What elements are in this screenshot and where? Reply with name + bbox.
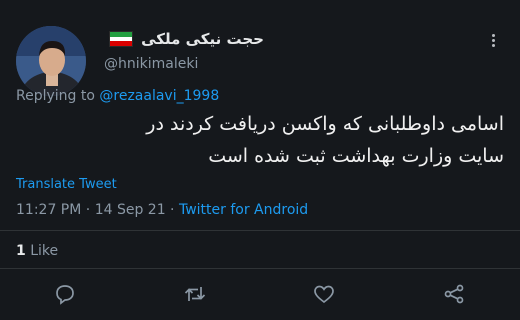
tweet-source-link[interactable]: Twitter for Android — [179, 202, 308, 218]
avatar[interactable] — [16, 26, 86, 96]
translate-tweet-link[interactable]: Translate Tweet — [16, 177, 117, 192]
retweet-icon[interactable] — [183, 282, 207, 306]
share-icon[interactable] — [442, 282, 466, 306]
meta-separator: · — [165, 202, 179, 218]
tweet-text-line: اسامی داوطلبانی که واکسن دریافت کردند در — [146, 113, 504, 135]
replying-to-line: Replying to @rezaalavi_1998 — [16, 88, 219, 104]
author-display-name[interactable]: حجت نیکی ملکی — [141, 30, 264, 48]
tweet-date[interactable]: 14 Sep 21 — [95, 202, 166, 218]
tweet-meta: 11:27 PM · 14 Sep 21 · Twitter for Andro… — [16, 202, 308, 218]
tweet-text: اسامی داوطلبانی که واکسن دریافت کردند در… — [14, 108, 504, 172]
replying-prefix: Replying to — [16, 88, 95, 104]
divider — [0, 230, 520, 231]
meta-separator: · — [81, 202, 95, 218]
author-handle[interactable]: @hnikimaleki — [104, 56, 198, 72]
likes-count[interactable]: 1 Like — [16, 243, 58, 259]
like-icon[interactable] — [312, 282, 336, 306]
tweet-text-line: سایت وزارت بهداشت ثبت شده است — [208, 145, 504, 167]
more-options-icon[interactable] — [486, 34, 500, 52]
divider — [0, 268, 520, 269]
iran-flag-icon — [109, 31, 134, 47]
likes-label: Like — [30, 243, 59, 259]
likes-number: 1 — [16, 243, 26, 259]
author-name-row: حجت نیکی ملکی — [104, 30, 264, 48]
reply-icon[interactable] — [53, 282, 77, 306]
profile-photo — [16, 26, 86, 96]
tweet-time[interactable]: 11:27 PM — [16, 202, 81, 218]
reply-mention-link[interactable]: @rezaalavi_1998 — [99, 88, 219, 104]
